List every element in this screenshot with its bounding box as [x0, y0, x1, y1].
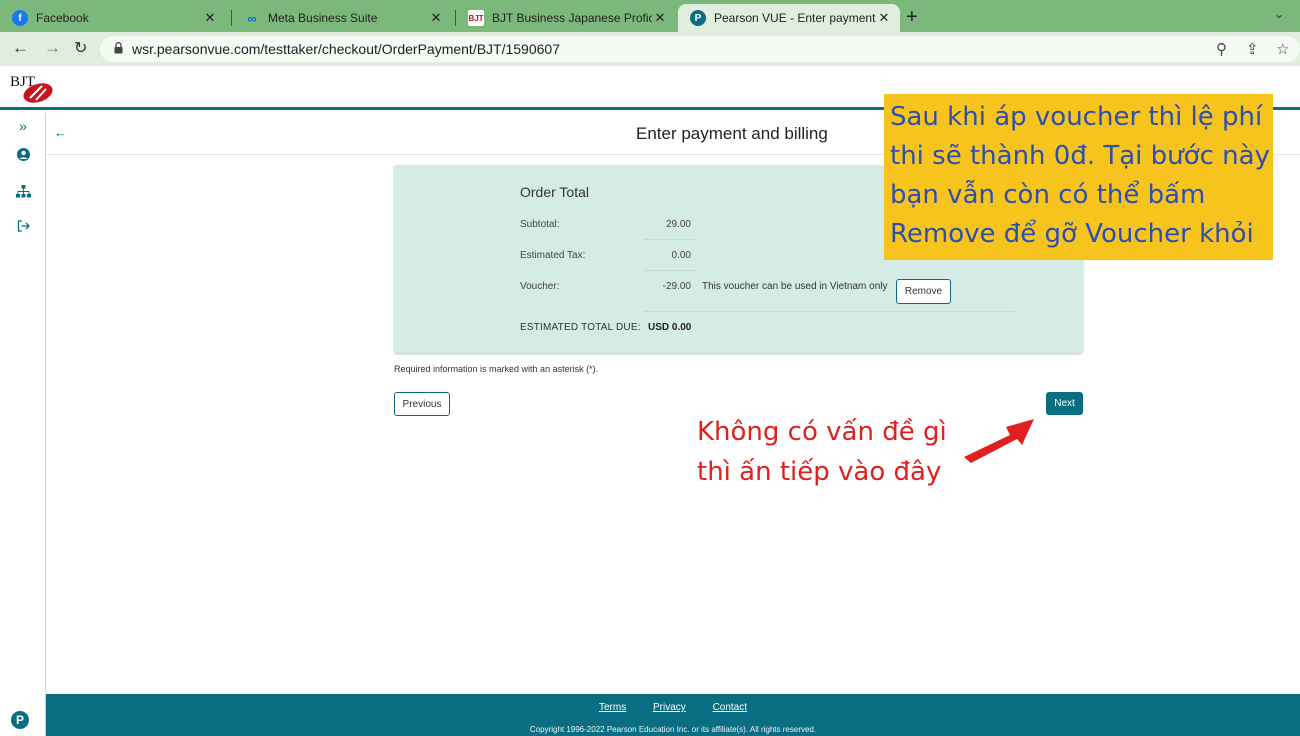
- user-account-icon[interactable]: [14, 145, 32, 163]
- footer-links: Terms Privacy Contact: [46, 702, 1300, 713]
- bjt-logo: BJT: [10, 74, 53, 103]
- new-tab-button[interactable]: +: [906, 6, 918, 29]
- side-navigation: »: [0, 113, 46, 736]
- voucher-callout-text: Sau khi áp voucher thì lệ phí thi sẽ thà…: [890, 102, 1270, 249]
- tab-label: Facebook: [36, 11, 89, 25]
- tab-search-chevron-icon[interactable]: ⌄: [1274, 7, 1284, 21]
- close-icon[interactable]: ✕: [876, 10, 892, 26]
- estimated-total-value: USD 0.00: [648, 322, 692, 333]
- terms-link[interactable]: Terms: [599, 702, 626, 713]
- bookmark-star-icon[interactable]: ☆: [1276, 40, 1289, 58]
- lock-icon: [114, 42, 123, 54]
- estimated-tax-label: Estimated Tax:: [520, 250, 586, 261]
- close-icon[interactable]: ✕: [428, 10, 444, 26]
- facebook-icon: f: [12, 10, 28, 26]
- next-hint-annotation: Không có vấn đề gì thì ấn tiếp vào đây: [697, 417, 947, 487]
- copyright-text: Copyright 1996-2022 Pearson Education In…: [529, 725, 817, 734]
- reload-icon[interactable]: ↻: [74, 38, 87, 58]
- estimated-tax-value: 0.00: [671, 250, 691, 261]
- subtotal-value: 29.00: [665, 219, 691, 230]
- svg-text:BJT: BJT: [10, 74, 35, 90]
- sitemap-icon[interactable]: [14, 182, 32, 200]
- next-button[interactable]: Next: [1046, 392, 1083, 415]
- tab-label: Meta Business Suite: [268, 11, 378, 25]
- tab-bjt[interactable]: BJT BJT Business Japanese Proficienc ✕: [456, 4, 676, 32]
- bjt-icon: BJT: [468, 10, 484, 26]
- meta-icon: ∞: [247, 10, 257, 26]
- red-arrow-icon: [964, 419, 1034, 463]
- tab-label: BJT Business Japanese Proficienc: [492, 11, 652, 25]
- forward-arrow-icon[interactable]: →: [44, 38, 61, 58]
- row-divider: [644, 270, 696, 271]
- browser-toolbar: ← → ↻ wsr.pearsonvue.com/testtaker/check…: [0, 32, 1300, 66]
- url-text: wsr.pearsonvue.com/testtaker/checkout/Or…: [132, 41, 560, 57]
- contact-link[interactable]: Contact: [713, 702, 747, 713]
- row-divider: [644, 239, 696, 240]
- address-bar[interactable]: wsr.pearsonvue.com/testtaker/checkout/Or…: [100, 36, 1300, 62]
- tab-label: Pearson VUE - Enter payment and: [714, 11, 876, 25]
- voucher-callout: Sau khi áp voucher thì lệ phí thi sẽ thà…: [884, 94, 1273, 260]
- tab-pearson-vue[interactable]: P Pearson VUE - Enter payment and ✕: [678, 4, 900, 32]
- close-icon[interactable]: ✕: [652, 10, 668, 26]
- site-footer: Terms Privacy Contact Copyright 1996-202…: [46, 694, 1300, 736]
- voucher-label: Voucher:: [520, 281, 560, 292]
- back-arrow-icon[interactable]: ←: [54, 125, 67, 140]
- order-total-title: Order Total: [520, 184, 589, 200]
- pearson-help-icon[interactable]: P: [11, 711, 29, 729]
- pearson-icon: P: [690, 10, 706, 26]
- privacy-link[interactable]: Privacy: [653, 702, 686, 713]
- voucher-value: -29.00: [662, 281, 691, 292]
- expand-chevrons-icon[interactable]: »: [14, 117, 32, 135]
- estimated-total-label: ESTIMATED TOTAL DUE:: [520, 322, 641, 333]
- row-divider: [644, 311, 1014, 312]
- zoom-icon[interactable]: ⚲: [1216, 40, 1227, 58]
- remove-voucher-button[interactable]: Remove: [896, 279, 951, 304]
- tab-meta-business-suite[interactable]: ∞ Meta Business Suite ✕: [232, 4, 452, 32]
- browser-tab-strip: f Facebook ✕ ∞ Meta Business Suite ✕ BJT…: [0, 0, 1300, 32]
- previous-button[interactable]: Previous: [394, 392, 450, 416]
- share-icon[interactable]: ⇪: [1246, 40, 1259, 58]
- voucher-note: This voucher can be used in Vietnam only: [702, 281, 888, 292]
- back-arrow-icon[interactable]: ←: [12, 38, 29, 58]
- close-icon[interactable]: ✕: [202, 10, 218, 26]
- tab-facebook[interactable]: f Facebook ✕: [0, 4, 226, 32]
- required-info-note: Required information is marked with an a…: [394, 364, 599, 374]
- subtotal-label: Subtotal:: [520, 219, 560, 230]
- page-title: Enter payment and billing: [636, 124, 828, 143]
- sign-out-icon[interactable]: [14, 217, 32, 235]
